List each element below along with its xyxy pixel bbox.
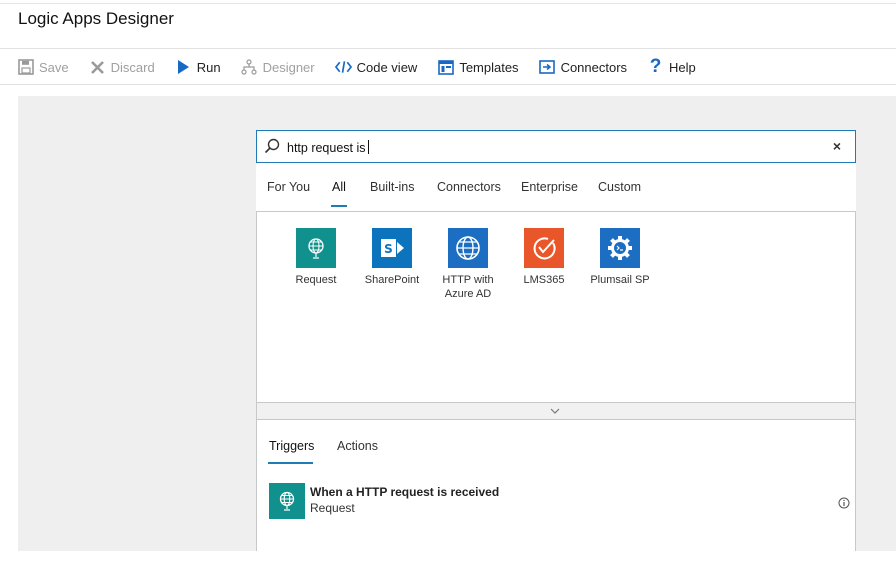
connector-picker-panel: http request is × For You All Built-ins … [256, 130, 856, 551]
active-subtab-indicator [268, 462, 313, 464]
designer-label: Designer [262, 59, 315, 75]
http-globe-icon [448, 228, 488, 268]
text-caret [367, 140, 369, 154]
trigger-connector: Request [310, 501, 355, 515]
run-label: Run [196, 59, 221, 75]
tab-connectors[interactable]: Connectors [437, 180, 501, 194]
tab-actions[interactable]: Actions [337, 439, 378, 453]
sharepoint-icon: S [372, 228, 412, 268]
connector-label: Plumsail SP [590, 274, 650, 286]
request-globe-icon [296, 228, 336, 268]
toolbar-divider-bottom [0, 84, 896, 85]
discard-icon [89, 59, 106, 76]
templates-icon [437, 59, 454, 76]
run-button[interactable]: Run [175, 59, 221, 76]
svg-text:S: S [384, 242, 393, 256]
connector-plumsail-sp[interactable]: Plumsail SP [580, 228, 660, 287]
trigger-item[interactable]: When a HTTP request is received Request [269, 483, 850, 523]
designer-button[interactable]: Designer [241, 59, 315, 76]
search-input[interactable]: http request is × [256, 130, 856, 163]
trigger-name: When a HTTP request is received [310, 485, 500, 499]
help-button[interactable]: ? Help [647, 56, 696, 77]
connector-label: Request [295, 274, 337, 286]
connector-label: LMS365 [523, 274, 565, 286]
connector-http-azure-ad[interactable]: HTTP with Azure AD [428, 228, 508, 301]
discard-label: Discard [110, 59, 155, 75]
page-title: Logic Apps Designer [18, 9, 174, 28]
tab-built-ins[interactable]: Built-ins [370, 180, 414, 194]
connector-label: HTTP with Azure AD [442, 274, 494, 300]
tab-for-you[interactable]: For You [267, 180, 310, 194]
connectors-label: Connectors [560, 59, 628, 75]
active-tab-indicator [331, 205, 347, 207]
discard-button[interactable]: Discard [89, 59, 155, 76]
collapse-bar[interactable] [256, 402, 856, 420]
code-view-label: Code view [356, 59, 418, 75]
category-tabs: For You All Built-ins Connectors Enterpr… [256, 180, 856, 208]
save-icon [17, 59, 34, 76]
toolbar: Save Discard Run Designer Code view Temp… [17, 56, 716, 77]
connector-lms365[interactable]: LMS365 [504, 228, 584, 287]
gear-icon [600, 228, 640, 268]
help-label: Help [669, 59, 696, 75]
connector-request[interactable]: Request [276, 228, 356, 287]
search-icon [264, 138, 280, 159]
search-value: http request is [287, 141, 366, 155]
clear-search-icon[interactable]: × [833, 138, 841, 154]
trigger-globe-icon [269, 483, 305, 519]
trigger-action-section: Triggers Actions When a HTTP request is … [256, 420, 856, 551]
check-circle-icon [524, 228, 564, 268]
templates-label: Templates [459, 59, 519, 75]
designer-icon [241, 59, 258, 76]
help-icon: ? [649, 56, 662, 77]
connector-sharepoint[interactable]: S SharePoint [352, 228, 432, 287]
top-border [0, 3, 896, 4]
save-label: Save [39, 59, 69, 75]
connector-results: Request S SharePoint HTTP with Azure AD … [256, 211, 856, 403]
tab-custom[interactable]: Custom [598, 180, 641, 194]
tab-all[interactable]: All [332, 180, 346, 194]
toolbar-divider-top [0, 48, 896, 49]
connector-label: SharePoint [364, 274, 420, 286]
save-button[interactable]: Save [17, 59, 69, 76]
play-icon [175, 59, 192, 76]
tab-enterprise[interactable]: Enterprise [521, 180, 578, 194]
code-icon [334, 59, 352, 76]
connectors-button[interactable]: Connectors [539, 59, 627, 76]
code-view-button[interactable]: Code view [334, 59, 418, 76]
templates-button[interactable]: Templates [437, 59, 519, 76]
info-icon[interactable] [838, 496, 850, 514]
connectors-icon [539, 59, 556, 76]
tab-triggers[interactable]: Triggers [269, 439, 314, 453]
